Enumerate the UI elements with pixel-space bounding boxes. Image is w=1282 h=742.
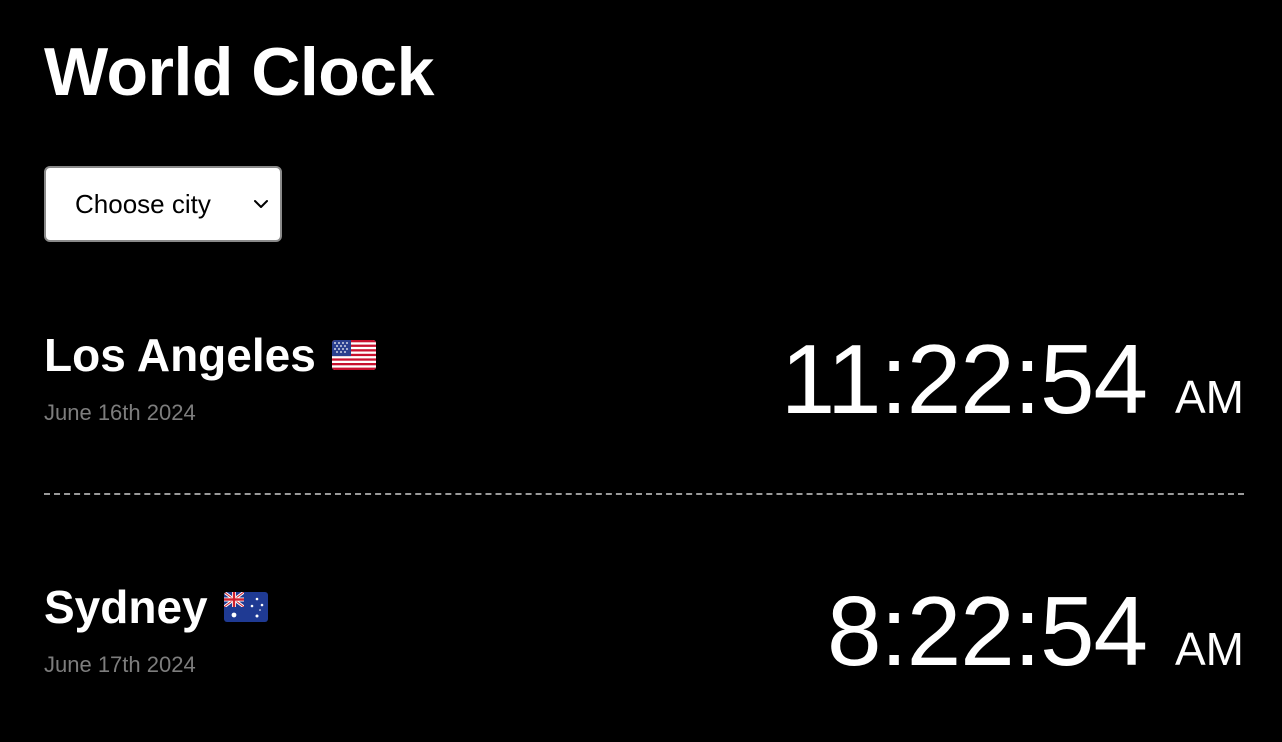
city-time: 11:22:54 AM xyxy=(781,330,1244,428)
city-divider xyxy=(44,493,1244,495)
city-time: 8:22:54 AM xyxy=(827,582,1244,680)
time-digits: 8:22:54 xyxy=(827,576,1148,686)
city-row-los-angeles: Los Angeles June 16th 2024 11:22:54 AM xyxy=(44,324,1244,444)
city-select[interactable]: Choose city xyxy=(44,166,282,242)
us-flag-icon xyxy=(331,340,376,370)
city-name-heading: Los Angeles xyxy=(44,332,376,378)
city-select-value: Choose city xyxy=(75,188,211,219)
city-name: Los Angeles xyxy=(44,329,316,381)
time-period: AM xyxy=(1175,371,1244,423)
city-name: Sydney xyxy=(44,581,208,633)
time-digits: 11:22:54 xyxy=(780,324,1148,434)
city-date: June 16th 2024 xyxy=(44,400,196,425)
city-row-sydney: Sydney June 17th 2024 8:22:54 AM xyxy=(44,576,1244,696)
city-date: June 17th 2024 xyxy=(44,652,196,677)
au-flag-icon xyxy=(223,592,268,622)
time-period: AM xyxy=(1175,623,1244,675)
chevron-down-icon xyxy=(254,200,268,208)
page-title: World Clock xyxy=(44,34,434,110)
city-name-heading: Sydney xyxy=(44,584,268,630)
